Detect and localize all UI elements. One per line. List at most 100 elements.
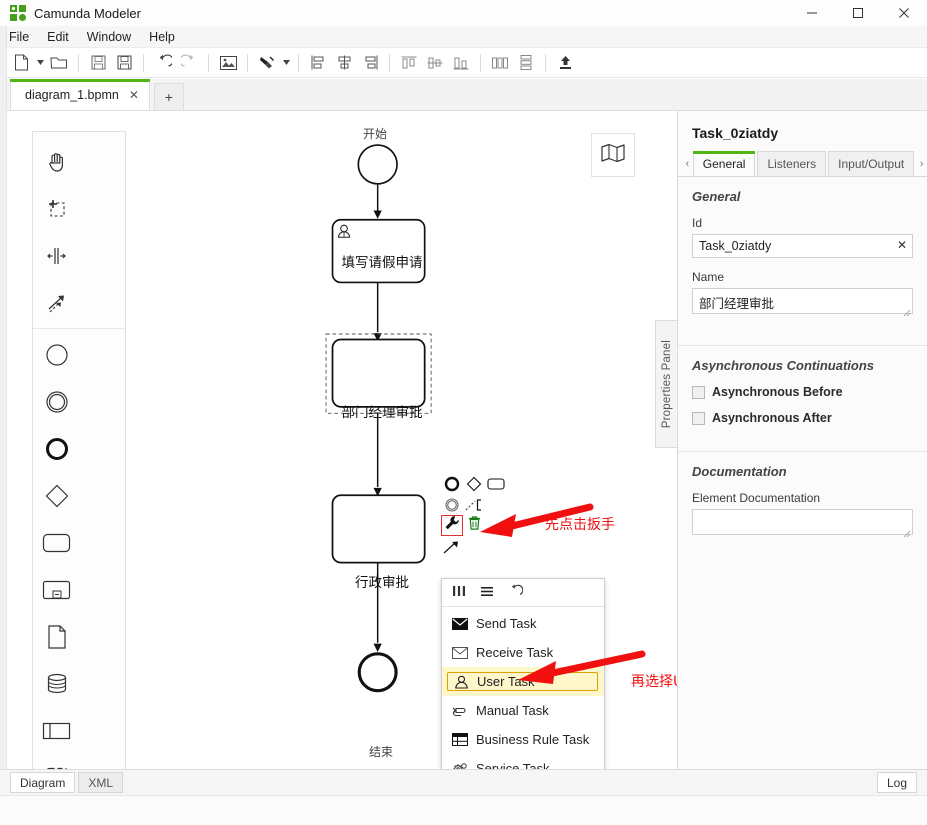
document-tab-label: diagram_1.bpmn [25, 88, 119, 102]
toolbar-save[interactable] [85, 50, 111, 76]
log-button[interactable]: Log [876, 772, 917, 793]
list-icon[interactable] [480, 584, 494, 601]
properties-section-documentation: Documentation Element Documentation [678, 452, 927, 566]
toolbar-align-center[interactable] [331, 50, 357, 76]
ctxpad-connect[interactable] [441, 536, 463, 557]
toolbar-redo[interactable] [176, 50, 202, 76]
toolbar-deploy[interactable] [552, 50, 578, 76]
menu-help[interactable]: Help [140, 26, 184, 48]
properties-panel: Task_0ziatdy ‹ General Listeners Input/O… [677, 111, 927, 769]
replace-item-manual-task[interactable]: Manual Task [442, 696, 604, 725]
replace-item-send-task[interactable]: Send Task [442, 609, 604, 638]
toolbar-align-top[interactable] [396, 50, 422, 76]
close-button[interactable] [881, 0, 927, 26]
camunda-logo-icon [10, 5, 26, 21]
main-area: 开始 填写请假申请 部门经理审批 行政审批 结束 Send Task Recei… [0, 111, 927, 769]
menu-edit[interactable]: Edit [38, 26, 78, 48]
ctxpad-append-task[interactable] [485, 473, 507, 494]
async-before-row[interactable]: Asynchronous Before [692, 385, 913, 399]
replace-menu-reset-icon[interactable] [508, 584, 524, 601]
toolbar-align-middle[interactable] [422, 50, 448, 76]
minimize-button[interactable] [789, 0, 835, 26]
element-documentation-label: Element Documentation [692, 491, 821, 505]
replace-item-label: Service Task [476, 761, 550, 769]
bpmn-task-manager-approval-label[interactable]: 部门经理审批 [332, 401, 432, 421]
add-tab-button[interactable]: + [153, 83, 184, 110]
section-heading-general: General [692, 189, 741, 204]
toolbar-separator [480, 53, 481, 72]
toolbar-color-picker[interactable] [254, 50, 280, 76]
toolbar-save-as[interactable] [111, 50, 137, 76]
user-task-icon [451, 675, 471, 689]
replace-item-label: Business Rule Task [476, 732, 590, 747]
clear-icon[interactable]: ✕ [897, 238, 907, 252]
toolbar-new-file[interactable] [8, 50, 34, 76]
chevron-right-icon[interactable]: › [916, 151, 927, 176]
element-documentation-textarea[interactable] [692, 509, 913, 535]
bottom-bar: Diagram XML Log [0, 769, 927, 795]
caret-down-icon[interactable] [34, 50, 46, 76]
bpmn-task-admin-approval-shape [331, 494, 426, 564]
bottom-tab-xml[interactable]: XML [78, 772, 124, 793]
toolbar-separator [545, 53, 546, 72]
toolbar-distribute-vertical[interactable] [513, 50, 539, 76]
bpmn-task-admin-approval-label[interactable]: 行政审批 [332, 571, 432, 591]
section-heading-documentation: Documentation [692, 464, 787, 479]
toolbar-separator [389, 53, 390, 72]
async-before-checkbox[interactable] [692, 385, 705, 399]
ctxpad-append-intermediate-event[interactable] [441, 494, 463, 515]
ctxpad-append-gateway[interactable] [463, 473, 485, 494]
bpmn-canvas[interactable]: 开始 填写请假申请 部门经理审批 行政审批 结束 Send Task Recei… [0, 111, 677, 769]
toolbar-distribute-horizontal[interactable] [487, 50, 513, 76]
status-bar [0, 795, 927, 825]
properties-tab-general[interactable]: General [692, 151, 756, 176]
toolbar-align-right[interactable] [357, 50, 383, 76]
replace-menu-header [442, 579, 604, 607]
replace-item-label: Send Task [476, 616, 537, 631]
close-icon[interactable]: ✕ [129, 89, 139, 101]
ctxpad-append-end-event[interactable] [441, 473, 463, 494]
toolbar-align-left[interactable] [305, 50, 331, 76]
bottom-tab-diagram[interactable]: Diagram [10, 772, 76, 793]
caret-down-icon[interactable] [280, 50, 292, 76]
ctxpad-change-type[interactable] [441, 515, 463, 536]
toolbar-open-file[interactable] [46, 50, 72, 76]
id-input[interactable] [692, 234, 913, 258]
receive-task-icon [450, 646, 470, 659]
toolbar-separator [143, 53, 144, 72]
toolbar-undo[interactable] [150, 50, 176, 76]
properties-tab-listeners[interactable]: Listeners [757, 151, 827, 176]
manual-task-icon [450, 704, 470, 718]
replace-item-business-rule-task[interactable]: Business Rule Task [442, 725, 604, 754]
element-documentation-wrap [692, 509, 913, 540]
toolbar-export-image[interactable] [215, 50, 241, 76]
send-task-icon [450, 617, 470, 630]
toolbar-align-bottom[interactable] [448, 50, 474, 76]
properties-panel-handle[interactable]: Properties Panel [655, 320, 677, 448]
name-textarea[interactable] [692, 288, 913, 314]
id-field-wrap: ✕ [692, 234, 913, 258]
toolbar-separator [208, 53, 209, 72]
maximize-button[interactable] [835, 0, 881, 26]
annotation-arrow-user-task [518, 650, 646, 684]
document-tab-strip: diagram_1.bpmn ✕ + [0, 79, 927, 111]
window-title: Camunda Modeler [34, 5, 141, 21]
document-tab-diagram-1[interactable]: diagram_1.bpmn ✕ [10, 79, 150, 110]
name-field-wrap [692, 288, 913, 319]
bpmn-end-event-shape [357, 652, 398, 693]
wrench-icon [444, 515, 461, 536]
annotation-select-user-task: 再选择User Task [631, 674, 677, 690]
bpmn-task-fill-leave-request-label[interactable]: 填写请假申请 [332, 251, 432, 271]
columns-icon[interactable] [452, 584, 466, 601]
menu-window[interactable]: Window [78, 26, 140, 48]
replace-item-service-task[interactable]: Service Task [442, 754, 604, 769]
annotation-click-wrench: 先点击扳手 [545, 517, 615, 533]
toolbar [0, 48, 927, 78]
id-field-label: Id [692, 216, 703, 230]
name-field-label: Name [692, 270, 725, 284]
async-after-row[interactable]: Asynchronous After [692, 411, 913, 425]
async-after-checkbox[interactable] [692, 411, 705, 425]
properties-tab-input-output[interactable]: Input/Output [828, 151, 915, 176]
section-heading-async: Asynchronous Continuations [692, 358, 874, 373]
chevron-left-icon[interactable]: ‹ [682, 151, 693, 176]
